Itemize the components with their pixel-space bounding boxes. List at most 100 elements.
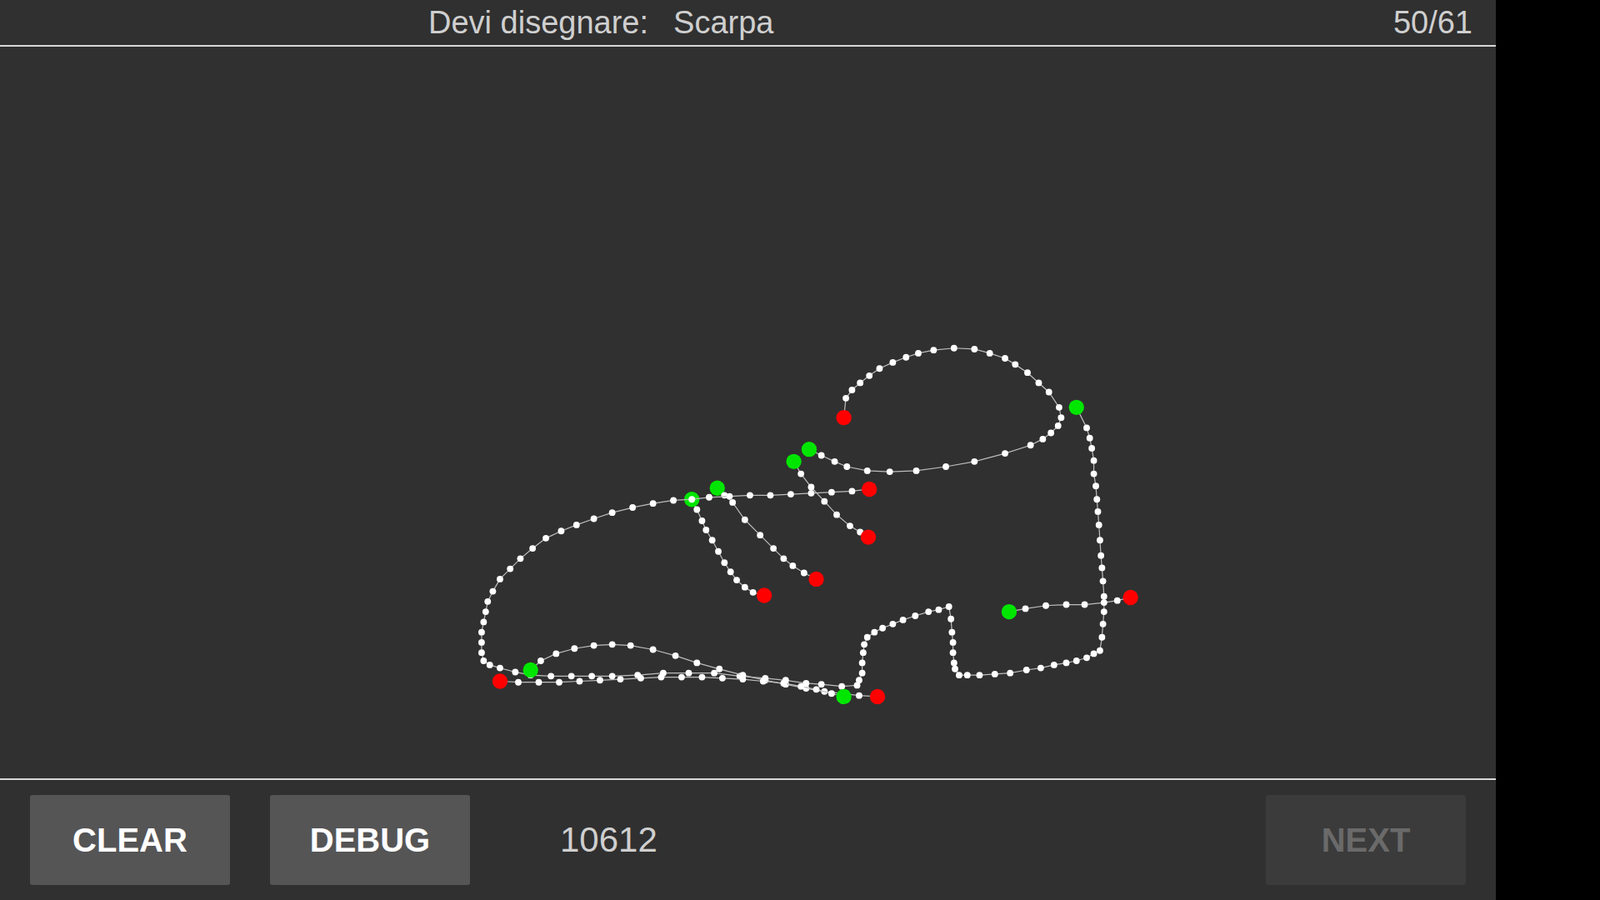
drawing-app: Devi disegnare: Scarpa 50/61 CLEARDEBUG1… (0, 0, 1496, 900)
stroke-point (678, 674, 685, 681)
stroke-point (1095, 521, 1103, 529)
stroke-point (900, 616, 907, 624)
stroke-point (547, 672, 555, 680)
stroke-point (693, 660, 700, 667)
stroke-point (859, 670, 866, 677)
stroke-point (573, 521, 580, 529)
stroke-point (719, 675, 726, 682)
stroke-point (976, 671, 984, 679)
stroke-point (864, 467, 871, 475)
stroke-point (1090, 650, 1098, 657)
stroke-start-dot (1069, 400, 1085, 415)
stroke-end-dot (808, 571, 824, 587)
strokes-layer[interactable] (0, 46, 1496, 779)
stroke-point (886, 468, 894, 475)
stroke-line (481, 407, 1105, 687)
stroke-point (693, 506, 700, 514)
stroke-line (809, 348, 1061, 472)
stroke-point (986, 350, 994, 357)
stroke-point (828, 690, 835, 697)
stroke-point (843, 463, 850, 470)
stroke-point (658, 674, 665, 681)
stroke-point (859, 660, 866, 667)
stroke-point (515, 679, 522, 686)
stroke-point (1098, 564, 1105, 571)
stroke-point (726, 493, 734, 500)
stroke-point (629, 504, 636, 511)
stroke-point (489, 588, 496, 595)
stroke-point (552, 650, 560, 657)
stroke-point (1039, 435, 1046, 443)
stroke-end-dot (1122, 590, 1138, 605)
prompt: Devi disegnare: Scarpa (428, 5, 1394, 41)
next-button[interactable]: NEXT (1265, 795, 1466, 885)
stroke-point (945, 603, 953, 610)
stroke-line (530, 644, 878, 697)
stroke-point (542, 535, 550, 542)
stroke-point (688, 495, 695, 503)
stroke-point (715, 665, 723, 673)
stroke-point (1027, 441, 1035, 449)
stroke-line (500, 677, 845, 697)
stroke-point (1006, 670, 1014, 677)
clear-button[interactable]: CLEAR (30, 795, 230, 885)
stroke-end-dot (870, 689, 885, 705)
drawing-canvas[interactable] (0, 46, 1496, 779)
stroke-point (570, 645, 578, 652)
stroke-point (1093, 495, 1100, 503)
stroke-point (760, 678, 767, 685)
stroke-point (889, 359, 896, 366)
stroke-point (797, 683, 805, 690)
stroke-point (947, 615, 955, 623)
stroke-point (950, 649, 957, 656)
debug-button[interactable]: DEBUG (270, 795, 470, 885)
stroke-point (876, 365, 884, 372)
stroke-point (1063, 660, 1070, 667)
stroke-point (511, 669, 519, 676)
stroke-point (1098, 634, 1105, 641)
stroke-point (1057, 414, 1065, 421)
stroke-point (756, 531, 764, 539)
stroke-point (1073, 657, 1080, 665)
stroke-point (1042, 602, 1050, 610)
stroke (785, 454, 876, 545)
stroke-point (650, 500, 657, 507)
stroke-point (739, 675, 746, 683)
stroke-point (1023, 666, 1030, 674)
stroke-point (948, 629, 955, 636)
stroke-point (715, 548, 722, 555)
stroke-point (930, 346, 937, 354)
stroke-point (1086, 435, 1094, 442)
stroke-point (685, 670, 693, 677)
stroke-point (964, 671, 971, 679)
stroke-point (1055, 404, 1063, 411)
score: 10612 (510, 820, 1226, 860)
stroke-point (496, 575, 504, 583)
stroke-point (672, 652, 680, 660)
stroke-line (794, 461, 869, 538)
stroke-point (970, 458, 978, 465)
stroke-point (609, 640, 616, 648)
stroke-point (529, 545, 536, 552)
stroke-point (848, 487, 855, 495)
stroke-start-dot (1001, 604, 1017, 620)
stroke-point (535, 679, 543, 686)
stroke-point (609, 672, 616, 680)
stroke (478, 400, 1108, 690)
stroke-end-dot (492, 673, 508, 689)
stroke-point (780, 555, 787, 562)
stroke-point (800, 570, 808, 577)
stroke-point (1096, 647, 1104, 655)
stroke-point (480, 657, 487, 665)
stroke-point (741, 516, 749, 524)
stroke-point (710, 670, 718, 677)
stroke-point (705, 494, 713, 501)
stroke-point (1037, 665, 1045, 672)
stroke (523, 640, 886, 705)
stroke-point (864, 634, 871, 641)
stroke-point (1045, 389, 1053, 396)
stroke-point (484, 598, 491, 605)
stroke-point (596, 676, 604, 684)
stroke-point (950, 639, 957, 646)
stroke-point (1092, 482, 1100, 490)
